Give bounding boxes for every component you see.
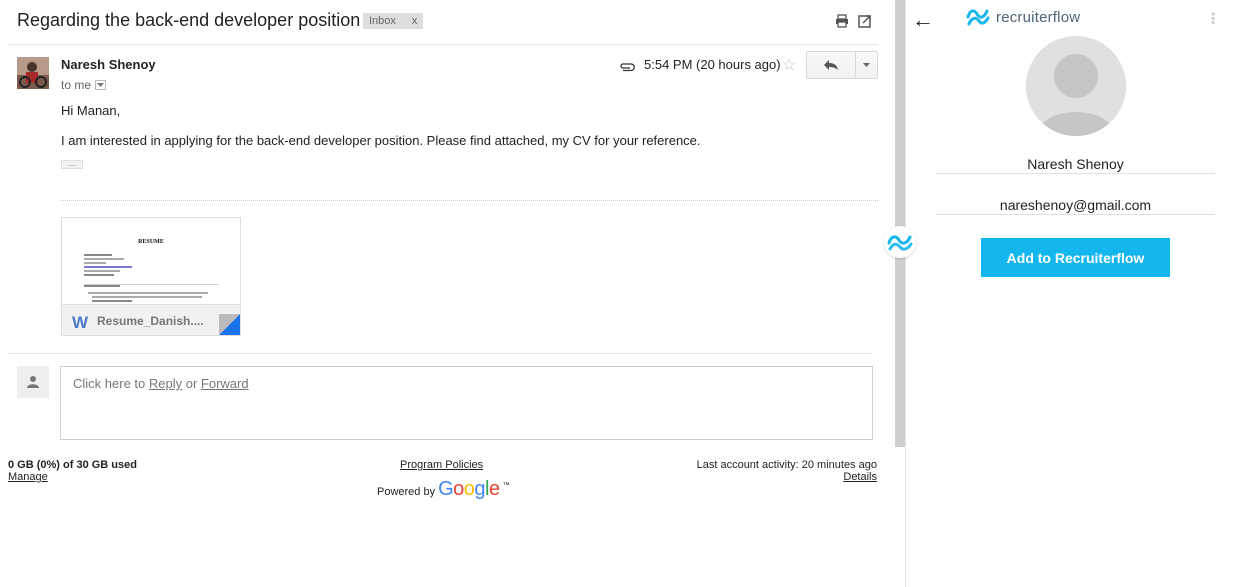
word-doc-icon: W (72, 313, 89, 332)
star-icon[interactable]: ☆ (782, 55, 796, 75)
manage-link[interactable]: Manage (8, 471, 137, 483)
thread-scrollbar[interactable] (895, 0, 905, 447)
recruiterflow-logo-icon (966, 9, 990, 26)
kebab-menu-icon[interactable]: ••• (1206, 12, 1220, 25)
last-activity-text: Last account activity: 20 minutes ago (696, 459, 877, 471)
label-text: Inbox (369, 15, 396, 27)
candidate-email: nareshenoy@gmail.com (999, 197, 1152, 213)
storage-info: 0 GB (0%) of 30 GB used Manage (8, 459, 137, 483)
email-greeting: Hi Manan, (61, 103, 121, 118)
program-policies-link[interactable]: Program Policies (400, 459, 483, 471)
print-icon[interactable] (835, 14, 849, 28)
chevron-down-icon (863, 63, 870, 67)
reply-input[interactable]: Click here to Reply or Forward (60, 366, 873, 440)
recipient-line: to me (61, 78, 107, 92)
attachment-footer: W Resume_Danish.... (62, 304, 240, 335)
powered-by: Powered by Google ™ (377, 478, 510, 500)
preview-line (84, 262, 106, 264)
show-details-button[interactable] (95, 80, 107, 90)
preview-title: RESUME (138, 239, 164, 245)
preview-line (88, 292, 208, 294)
sender-name[interactable]: Naresh Shenoy (61, 57, 156, 72)
reply-icon (824, 60, 838, 70)
recruiterflow-panel: ← recruiterflow ••• Naresh Shenoy naresh… (906, 0, 1240, 587)
page-fold-icon (219, 314, 240, 335)
google-logo: Google (438, 478, 500, 500)
preview-line (84, 274, 114, 276)
show-trimmed-content-button[interactable]: ... (61, 160, 83, 169)
candidate-avatar (1026, 36, 1126, 136)
my-avatar (17, 366, 49, 398)
recipient-text: to me (61, 78, 92, 92)
name-underline (936, 173, 1215, 174)
email-thread: Regarding the back-end developer positio… (0, 0, 893, 587)
email-subject: Regarding the back-end developer positio… (17, 10, 361, 30)
person-icon (27, 376, 39, 388)
chevron-down-icon (97, 83, 105, 87)
trademark: ™ (502, 482, 510, 489)
candidate-name: Naresh Shenoy (1027, 156, 1124, 172)
email-underline (936, 214, 1215, 215)
attachment-divider (61, 200, 878, 201)
brand: recruiterflow (966, 7, 1080, 27)
powered-by-text: Powered by (377, 486, 436, 498)
reply-link[interactable]: Reply (149, 376, 182, 391)
inbox-label[interactable]: Inbox x (363, 13, 424, 29)
reply-divider (8, 353, 873, 354)
reply-prompt-middle: or (182, 376, 201, 391)
attachment-preview: RESUME (62, 218, 240, 304)
person-icon (1026, 36, 1126, 136)
back-arrow-icon[interactable]: ← (912, 8, 934, 32)
preview-line (92, 296, 202, 298)
message-timestamp: 5:54 PM (20 hours ago) (644, 57, 781, 72)
preview-line (84, 270, 120, 272)
preview-line (84, 266, 132, 268)
attachment-filename: Resume_Danish.... (97, 314, 204, 328)
preview-line (84, 285, 120, 287)
header-divider (8, 44, 878, 45)
forward-link[interactable]: Forward (201, 376, 249, 391)
preview-line (84, 258, 124, 260)
details-link[interactable]: Details (697, 471, 877, 483)
email-body: I am interested in applying for the back… (61, 133, 701, 148)
sender-avatar[interactable] (17, 57, 49, 89)
attachment-card[interactable]: RESUME W Resume_Danish.... (61, 217, 241, 336)
brand-name: recruiterflow (996, 8, 1081, 26)
new-window-icon[interactable] (858, 14, 872, 28)
reply-prompt-prefix: Click here to (73, 376, 149, 391)
account-activity: Last account activity: 20 minutes ago De… (697, 459, 877, 483)
preview-line (84, 254, 112, 256)
storage-usage: 0 GB (0%) of 30 GB used (8, 459, 137, 471)
reply-button[interactable] (806, 51, 855, 79)
preview-line (92, 300, 132, 302)
remove-label-button[interactable]: x (412, 15, 418, 27)
more-actions-button[interactable] (855, 51, 878, 79)
add-to-recruiterflow-button[interactable]: Add to Recruiterflow (981, 238, 1170, 277)
paperclip-icon (619, 59, 635, 77)
